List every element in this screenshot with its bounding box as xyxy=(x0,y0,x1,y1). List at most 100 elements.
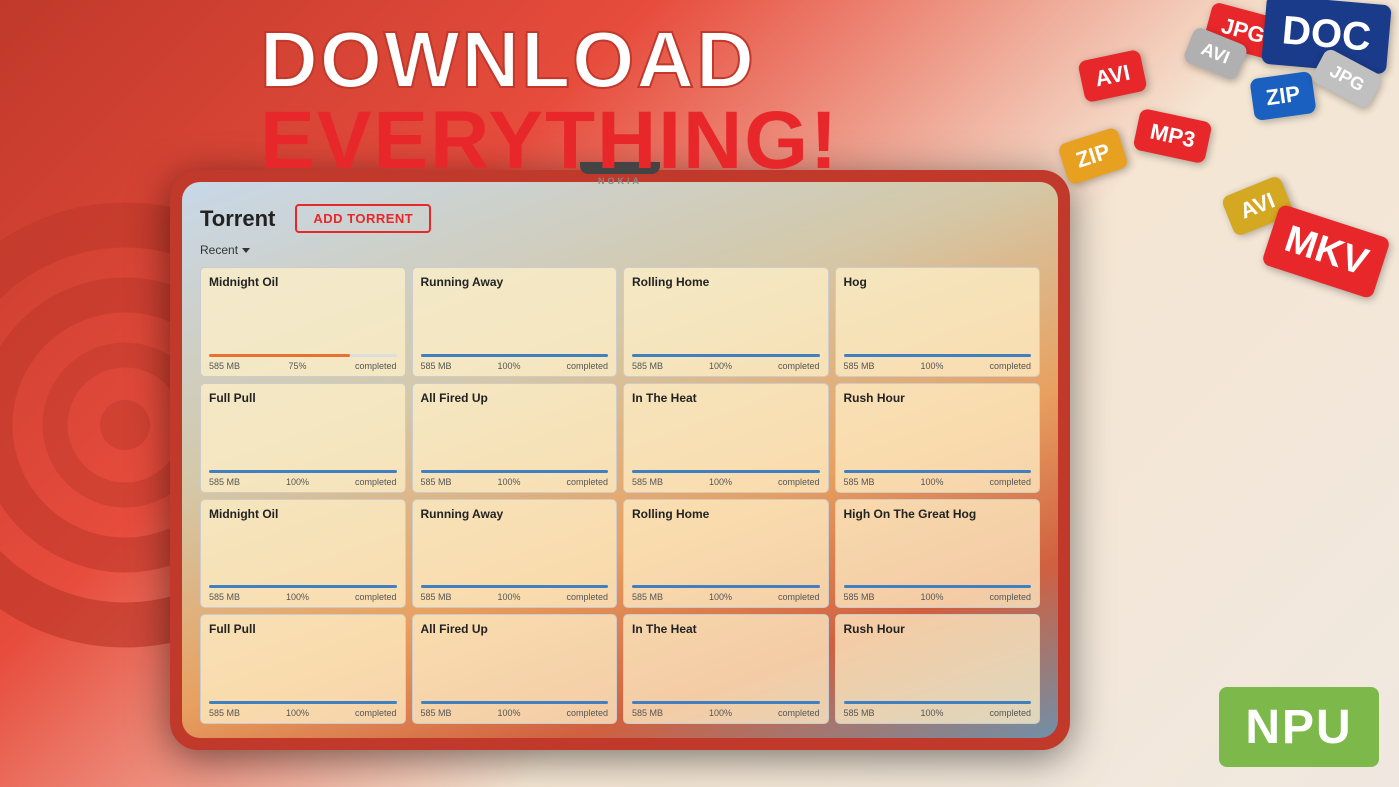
torrent-card[interactable]: High On The Great Hog 585 MB 100% comple… xyxy=(835,499,1041,609)
card-progress: 100% xyxy=(920,592,943,602)
card-size: 585 MB xyxy=(209,477,240,487)
progress-bar-bg xyxy=(844,701,1032,704)
progress-bar-bg xyxy=(421,354,609,357)
card-title: All Fired Up xyxy=(421,391,609,405)
card-size: 585 MB xyxy=(421,361,452,371)
card-meta: 585 MB 100% completed xyxy=(421,708,609,718)
heading-area: DOWNLOAD EVERYTHING! xyxy=(260,20,839,182)
progress-bar-fill xyxy=(844,470,1032,473)
card-progress: 100% xyxy=(709,361,732,371)
progress-bar-bg xyxy=(632,701,820,704)
card-status: completed xyxy=(566,592,608,602)
card-status: completed xyxy=(778,361,820,371)
progress-bar-bg xyxy=(209,354,397,357)
file-tag-zip1: ZIP xyxy=(1057,126,1129,185)
progress-bar-bg xyxy=(844,354,1032,357)
card-size: 585 MB xyxy=(421,592,452,602)
torrent-card[interactable]: Full Pull 585 MB 100% completed xyxy=(200,614,406,724)
progress-bar-fill xyxy=(421,354,609,357)
card-title: High On The Great Hog xyxy=(844,507,1032,521)
card-size: 585 MB xyxy=(421,477,452,487)
card-progress: 75% xyxy=(288,361,306,371)
torrent-card[interactable]: Midnight Oil 585 MB 75% completed xyxy=(200,267,406,377)
progress-bar-bg xyxy=(844,470,1032,473)
progress-bar-fill xyxy=(209,701,397,704)
progress-bar-bg xyxy=(632,470,820,473)
card-meta: 585 MB 75% completed xyxy=(209,361,397,371)
card-progress: 100% xyxy=(920,361,943,371)
progress-bar-fill xyxy=(632,470,820,473)
card-progress: 100% xyxy=(497,708,520,718)
card-meta: 585 MB 100% completed xyxy=(844,477,1032,487)
card-progress: 100% xyxy=(920,477,943,487)
progress-bar-bg xyxy=(209,701,397,704)
progress-bar-fill xyxy=(209,470,397,473)
card-status: completed xyxy=(778,592,820,602)
card-title: Rush Hour xyxy=(844,391,1032,405)
torrent-card[interactable]: In The Heat 585 MB 100% completed xyxy=(623,383,829,493)
progress-bar-bg xyxy=(632,585,820,588)
card-status: completed xyxy=(989,361,1031,371)
heading-everything: EVERYTHING! xyxy=(260,100,839,182)
progress-bar-bg xyxy=(209,470,397,473)
card-size: 585 MB xyxy=(632,592,663,602)
torrent-card[interactable]: Running Away 585 MB 100% completed xyxy=(412,499,618,609)
card-size: 585 MB xyxy=(209,361,240,371)
progress-bar-bg xyxy=(844,585,1032,588)
torrent-card[interactable]: All Fired Up 585 MB 100% completed xyxy=(412,383,618,493)
progress-bar-fill xyxy=(844,354,1032,357)
torrent-card[interactable]: All Fired Up 585 MB 100% completed xyxy=(412,614,618,724)
torrent-card[interactable]: Running Away 585 MB 100% completed xyxy=(412,267,618,377)
tablet-screen: Torrent ADD TORRENT Recent Midnight Oil … xyxy=(182,182,1058,738)
card-meta: 585 MB 100% completed xyxy=(209,708,397,718)
progress-bar-bg xyxy=(421,585,609,588)
card-title: In The Heat xyxy=(632,391,820,405)
torrent-card[interactable]: In The Heat 585 MB 100% completed xyxy=(623,614,829,724)
progress-bar-fill xyxy=(421,470,609,473)
card-progress: 100% xyxy=(709,708,732,718)
card-meta: 585 MB 100% completed xyxy=(844,592,1032,602)
progress-bar-bg xyxy=(421,470,609,473)
card-progress: 100% xyxy=(286,477,309,487)
card-status: completed xyxy=(566,708,608,718)
card-status: completed xyxy=(355,708,397,718)
progress-bar-fill xyxy=(209,354,350,357)
progress-bar-bg xyxy=(209,585,397,588)
progress-bar-fill xyxy=(632,701,820,704)
card-title: Running Away xyxy=(421,275,609,289)
card-status: completed xyxy=(355,361,397,371)
add-torrent-button[interactable]: ADD TORRENT xyxy=(295,204,431,233)
card-meta: 585 MB 100% completed xyxy=(632,592,820,602)
progress-bar-fill xyxy=(421,585,609,588)
torrent-card[interactable]: Full Pull 585 MB 100% completed xyxy=(200,383,406,493)
torrent-card[interactable]: Rush Hour 585 MB 100% completed xyxy=(835,614,1041,724)
card-title: Rush Hour xyxy=(844,622,1032,636)
card-meta: 585 MB 100% completed xyxy=(632,361,820,371)
file-tag-mp3: MP3 xyxy=(1132,108,1212,164)
torrent-card[interactable]: Midnight Oil 585 MB 100% completed xyxy=(200,499,406,609)
card-size: 585 MB xyxy=(632,361,663,371)
progress-bar-bg xyxy=(632,354,820,357)
npu-badge: NPU xyxy=(1219,687,1379,767)
card-size: 585 MB xyxy=(844,708,875,718)
chevron-down-icon xyxy=(242,248,250,253)
progress-bar-fill xyxy=(632,354,820,357)
card-progress: 100% xyxy=(286,592,309,602)
tablet-content: Torrent ADD TORRENT Recent Midnight Oil … xyxy=(182,182,1058,738)
card-status: completed xyxy=(778,477,820,487)
card-status: completed xyxy=(355,592,397,602)
card-meta: 585 MB 100% completed xyxy=(844,361,1032,371)
card-status: completed xyxy=(355,477,397,487)
torrent-card[interactable]: Rush Hour 585 MB 100% completed xyxy=(835,383,1041,493)
card-meta: 585 MB 100% completed xyxy=(844,708,1032,718)
card-progress: 100% xyxy=(497,361,520,371)
file-tag-avi1: AVI xyxy=(1077,49,1147,103)
card-status: completed xyxy=(566,477,608,487)
torrent-card[interactable]: Rolling Home 585 MB 100% completed xyxy=(623,499,829,609)
card-status: completed xyxy=(989,708,1031,718)
card-meta: 585 MB 100% completed xyxy=(421,592,609,602)
card-size: 585 MB xyxy=(844,477,875,487)
card-title: Full Pull xyxy=(209,391,397,405)
card-meta: 585 MB 100% completed xyxy=(632,477,820,487)
torrent-card[interactable]: Rolling Home 585 MB 100% completed xyxy=(623,267,829,377)
